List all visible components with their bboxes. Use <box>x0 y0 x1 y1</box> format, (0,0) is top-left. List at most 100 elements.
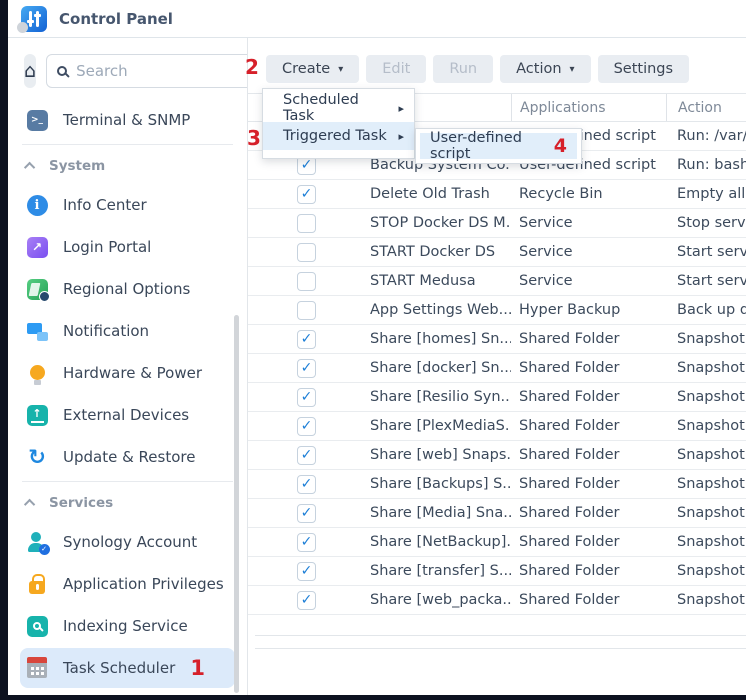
row-checkbox[interactable]: ✓ <box>297 562 316 581</box>
row-checkbox[interactable]: ✓ <box>297 446 316 465</box>
sidebar-item-terminal-snmp[interactable]: >_ Terminal & SNMP <box>20 100 235 140</box>
column-header-applications[interactable]: Applications <box>511 94 666 121</box>
task-action: Snapshot <box>666 331 746 347</box>
row-checkbox[interactable] <box>297 214 316 233</box>
task-name: Share [web] Snaps... <box>362 447 511 463</box>
triggered-task-submenu: User-defined script 4 <box>415 128 582 164</box>
task-name: Share [transfer] S... <box>362 563 511 579</box>
task-action: Start servic <box>666 244 746 260</box>
task-name: Share [web_packa... <box>362 592 511 608</box>
sidebar-item-synology-account[interactable]: ✓ Synology Account <box>20 522 235 562</box>
home-icon: ⌂ <box>24 60 36 82</box>
task-action: Snapshot <box>666 476 746 492</box>
external-devices-icon: ↑ <box>27 405 48 426</box>
annotation-step-1: 1 <box>190 656 205 680</box>
row-checkbox[interactable] <box>297 301 316 320</box>
column-header-action[interactable]: Action <box>666 94 746 121</box>
menu-item-triggered-task[interactable]: Triggered Task ▸ <box>263 122 414 150</box>
sidebar-scrollbar-thumb[interactable] <box>234 315 239 693</box>
task-action: Run: /var/p <box>666 128 746 144</box>
action-button[interactable]: Action ▾ <box>500 55 590 83</box>
section-system[interactable]: System <box>8 149 247 183</box>
table-row[interactable]: ✓ Share [Media] Sna... Shared Folder Sna… <box>248 499 746 528</box>
row-checkbox[interactable]: ✓ <box>297 359 316 378</box>
table-row[interactable]: ✓ Share [transfer] S... Shared Folder Sn… <box>248 557 746 586</box>
search-input[interactable] <box>76 62 248 80</box>
sidebar-item-external-devices[interactable]: ↑ External Devices <box>20 395 235 435</box>
table-row[interactable]: ✓ Share [homes] Sn... Shared Folder Snap… <box>248 325 746 354</box>
task-application: Hyper Backup <box>511 302 666 318</box>
row-checkbox[interactable]: ✓ <box>297 533 316 552</box>
task-action: Back up da <box>666 302 746 318</box>
sidebar-item-info-center[interactable]: i Info Center <box>20 185 235 225</box>
home-button[interactable]: ⌂ <box>24 54 36 88</box>
table-row[interactable]: App Settings Web... Hyper Backup Back up… <box>248 296 746 325</box>
task-application: Service <box>511 244 666 260</box>
row-checkbox[interactable]: ✓ <box>297 417 316 436</box>
table-row[interactable]: START Docker DS Service Start servic <box>248 238 746 267</box>
sidebar-item-application-privileges[interactable]: Application Privileges <box>20 564 235 604</box>
task-application: Service <box>511 215 666 231</box>
task-name: Share [homes] Sn... <box>362 331 511 347</box>
row-checkbox[interactable]: ✓ <box>297 504 316 523</box>
task-action: Snapshot <box>666 447 746 463</box>
sidebar-divider <box>22 144 233 145</box>
table-row[interactable]: ✓ Share [NetBackup]... Shared Folder Sna… <box>248 528 746 557</box>
task-action: Snapshot <box>666 505 746 521</box>
task-application: Shared Folder <box>511 447 666 463</box>
row-checkbox[interactable]: ✓ <box>297 388 316 407</box>
table-row[interactable]: ✓ Delete Old Trash Recycle Bin Empty all… <box>248 180 746 209</box>
row-checkbox[interactable] <box>297 272 316 291</box>
run-button[interactable]: Run <box>433 55 493 83</box>
sidebar-item-hardware-power[interactable]: Hardware & Power <box>20 353 235 393</box>
table-row[interactable]: START Medusa Service Start servic <box>248 267 746 296</box>
caret-down-icon: ▾ <box>338 64 343 75</box>
row-checkbox[interactable] <box>297 243 316 262</box>
table-row[interactable]: ✓ Share [Backups] S... Shared Folder Sna… <box>248 470 746 499</box>
calendar-icon <box>27 662 47 678</box>
info-center-icon: i <box>27 195 48 216</box>
edit-button[interactable]: Edit <box>366 55 426 83</box>
task-application: Shared Folder <box>511 592 666 608</box>
menu-item-user-defined-script[interactable]: User-defined script 4 <box>420 133 577 159</box>
task-action: Snapshot <box>666 592 746 608</box>
menu-item-scheduled-task[interactable]: Scheduled Task ▸ <box>263 94 414 122</box>
sidebar-item-notification[interactable]: Notification <box>20 311 235 351</box>
table-row[interactable]: ✓ Share [web] Snaps... Shared Folder Sna… <box>248 441 746 470</box>
notification-icon <box>27 321 48 342</box>
sidebar-item-update-restore[interactable]: ↻ Update & Restore <box>20 437 235 477</box>
row-checkbox[interactable]: ✓ <box>297 330 316 349</box>
annotation-step-4: 4 <box>554 135 567 157</box>
sidebar-item-regional-options[interactable]: Regional Options <box>20 269 235 309</box>
titlebar: Control Panel <box>8 0 746 38</box>
sidebar-item-login-portal[interactable]: ↗ Login Portal <box>20 227 235 267</box>
search-box[interactable] <box>46 54 248 88</box>
table-row[interactable]: STOP Docker DS M... Service Stop servic <box>248 209 746 238</box>
task-application: Recycle Bin <box>511 186 666 202</box>
table-row[interactable]: ✓ Share [web_packa... Shared Folder Snap… <box>248 586 746 615</box>
create-button[interactable]: Create ▾ <box>266 55 359 83</box>
sidebar-item-indexing-service[interactable]: Indexing Service <box>20 606 235 646</box>
table-row[interactable]: ✓ Share [docker] Sn... Shared Folder Sna… <box>248 354 746 383</box>
window-title: Control Panel <box>59 10 173 28</box>
settings-button[interactable]: Settings <box>598 55 689 83</box>
chevron-up-icon <box>24 162 35 173</box>
row-checkbox[interactable]: ✓ <box>297 591 316 610</box>
chevron-up-icon <box>24 499 35 510</box>
update-restore-icon: ↻ <box>27 447 48 468</box>
row-checkbox[interactable]: ✓ <box>297 185 316 204</box>
task-action: Snapshot <box>666 360 746 376</box>
table-row[interactable]: ✓ Share [PlexMediaS... Shared Folder Sna… <box>248 412 746 441</box>
task-application: Shared Folder <box>511 331 666 347</box>
table-footer-divider <box>255 635 746 636</box>
task-application: Shared Folder <box>511 505 666 521</box>
task-name: START Medusa <box>362 273 511 289</box>
sidebar-item-task-scheduler[interactable]: Task Scheduler 1 <box>20 648 235 688</box>
task-name: Share [Resilio Syn... <box>362 389 511 405</box>
table-row[interactable]: ✓ Share [Resilio Syn... Shared Folder Sn… <box>248 383 746 412</box>
control-panel-window: Control Panel ⌂ >_ Terminal & SNMP Sy <box>8 0 746 695</box>
task-action: Empty all R <box>666 186 746 202</box>
task-name: Share [Backups] S... <box>362 476 511 492</box>
section-services[interactable]: Services <box>8 486 247 520</box>
row-checkbox[interactable]: ✓ <box>297 475 316 494</box>
